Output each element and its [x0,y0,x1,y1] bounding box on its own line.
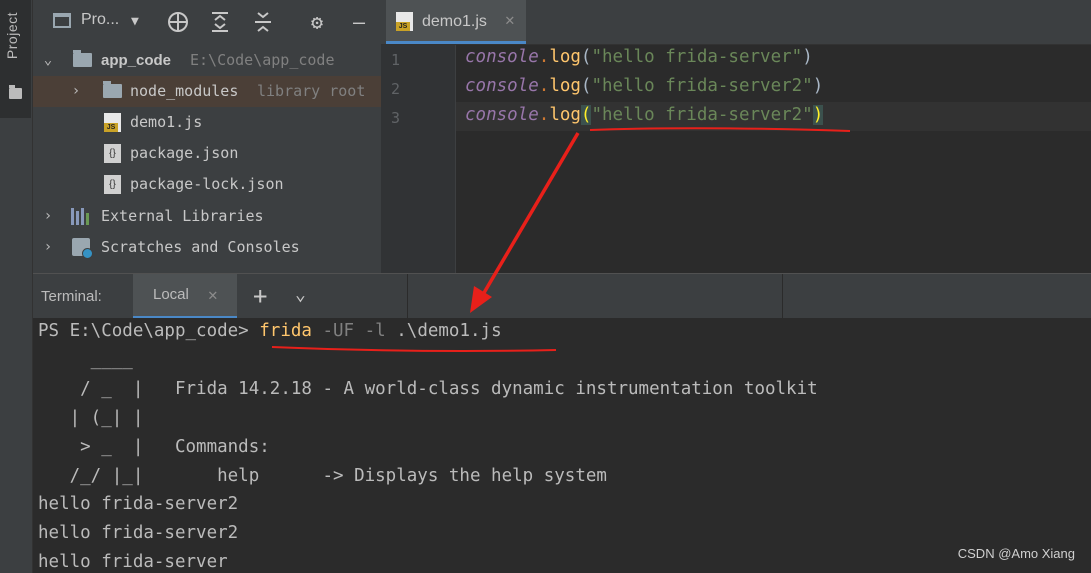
code-token: console [465,47,539,67]
project-panel: Pro... ▼ ⚙ — ⌄ app_code E:\Code\app_code… [33,0,381,273]
locate-icon[interactable] [165,9,191,35]
json-file-icon: {} [104,144,121,163]
expand-all-icon[interactable] [207,9,233,35]
project-tool-tab[interactable]: Project [0,0,31,118]
tree-item-label: package.json [130,144,239,162]
code-token: ) [802,47,813,67]
tree-item-label: Scratches and Consoles [101,238,300,256]
editor-tab-bar: demo1.js ✕ [381,0,1091,45]
tree-item-demo1-js[interactable]: demo1.js [33,107,381,138]
code-token: "hello frida-server2" [591,105,813,125]
watermark: CSDN @Amo Xiang [957,546,1075,561]
folder-icon [73,50,92,67]
terminal-header: Terminal: Local ✕ + ⌄ [33,273,1091,319]
banner-line: /_/ |_| help -> Displays the help system [38,466,607,486]
code-token: ( [580,47,592,67]
tree-item-label: package-lock.json [130,175,284,193]
project-view-selector[interactable]: Pro... [81,11,119,29]
hide-panel-icon[interactable]: — [346,9,372,35]
output-line: hello frida-server2 [38,523,239,543]
json-file-icon: {} [104,175,121,194]
close-icon[interactable]: ✕ [208,285,218,304]
js-file-icon [104,113,121,132]
code-token: . [538,76,550,96]
code-token: "hello frida-server" [591,47,803,67]
project-tool-tab-label: Project [4,12,20,60]
output-line: hello frida-server [38,552,228,572]
terminal-output[interactable]: PS E:\Code\app_code> frida -UF -l .\demo… [33,318,1091,573]
folder-icon [103,81,122,98]
divider [407,274,408,319]
line-number: 2 [391,80,401,98]
chevron-right-icon[interactable]: › [41,201,55,232]
command-name: frida [259,321,312,341]
banner-line: > _ | Commands: [38,437,270,457]
terminal-title: Terminal: [41,288,102,305]
close-icon[interactable]: ✕ [505,10,515,29]
chevron-right-icon[interactable]: › [69,76,83,107]
code-token: log [549,76,581,96]
code-token: console [465,76,539,96]
tree-item-label: demo1.js [130,113,203,131]
code-line[interactable]: console.log("hello frida-server") [465,47,813,67]
add-icon[interactable]: + [253,282,267,310]
code-line[interactable]: console.log("hello frida-server2") [465,105,824,125]
tree-item-label: app_code [101,52,172,69]
prompt: PS E:\Code\app_code> [38,321,260,341]
tab-label: Local [153,286,189,303]
collapse-all-icon[interactable] [250,9,276,35]
chevron-down-icon[interactable]: ⌄ [295,284,306,305]
code-token: log [549,105,581,125]
code-token: ) [812,76,824,96]
scratches-icon [72,238,93,259]
js-file-icon [396,12,413,31]
gear-icon[interactable]: ⚙ [304,9,330,35]
tree-item-app-code[interactable]: ⌄ app_code E:\Code\app_code [33,45,381,76]
tab-demo1-js[interactable]: demo1.js ✕ [386,0,526,44]
tree-item-label: External Libraries [101,207,264,225]
matched-brace: ) [812,105,824,125]
project-view-icon [53,13,71,28]
code-token: log [549,47,581,67]
banner-line: | (_| | [38,408,144,428]
chevron-down-icon[interactable]: ⌄ [41,45,55,76]
code-editor[interactable]: demo1.js ✕ 1 2 3 console.log("hello frid… [381,0,1091,273]
code-token: ( [580,76,592,96]
divider [782,274,783,319]
banner-line: / _ | Frida 14.2.18 - A world-class dyna… [38,379,818,399]
line-number-gutter: 1 2 3 [381,45,456,273]
tree-item-package-json[interactable]: {} package.json [33,138,381,169]
caret-down-icon[interactable]: ▼ [131,14,139,29]
tree-item-package-lock-json[interactable]: {} package-lock.json [33,169,381,200]
command-options: -UF -l [311,321,397,341]
libraries-icon [71,208,93,225]
code-line[interactable]: console.log("hello frida-server2") [465,76,823,96]
tree-item-node-modules[interactable]: › node_modules library root [33,76,381,107]
tree-item-external-libraries[interactable]: › External Libraries [33,201,381,232]
output-line: hello frida-server2 [38,494,239,514]
command-argument: .\demo1.js [396,321,502,341]
tab-label: demo1.js [422,13,487,30]
line-number: 1 [391,51,401,69]
folder-icon [9,85,22,99]
chevron-right-icon[interactable]: › [41,232,55,263]
tree-item-path: E:\Code\app_code [190,51,335,69]
tab-local[interactable]: Local ✕ [133,274,237,319]
code-token: console [465,105,539,125]
tool-window-strip: Project [0,0,33,573]
command-line: PS E:\Code\app_code> frida -UF -l .\demo… [38,321,502,341]
code-token: . [538,105,550,125]
tree-item-note: library root [257,82,366,100]
tree-item-scratches[interactable]: › Scratches and Consoles [33,232,381,263]
line-number: 3 [391,109,401,127]
code-token: "hello frida-server2" [591,76,813,96]
project-toolbar: Pro... ▼ ⚙ — [33,0,381,44]
tree-item-label: node_modules [130,82,239,100]
banner-line: ____ [38,350,133,370]
code-token: . [538,47,550,67]
matched-brace: ( [580,105,592,125]
